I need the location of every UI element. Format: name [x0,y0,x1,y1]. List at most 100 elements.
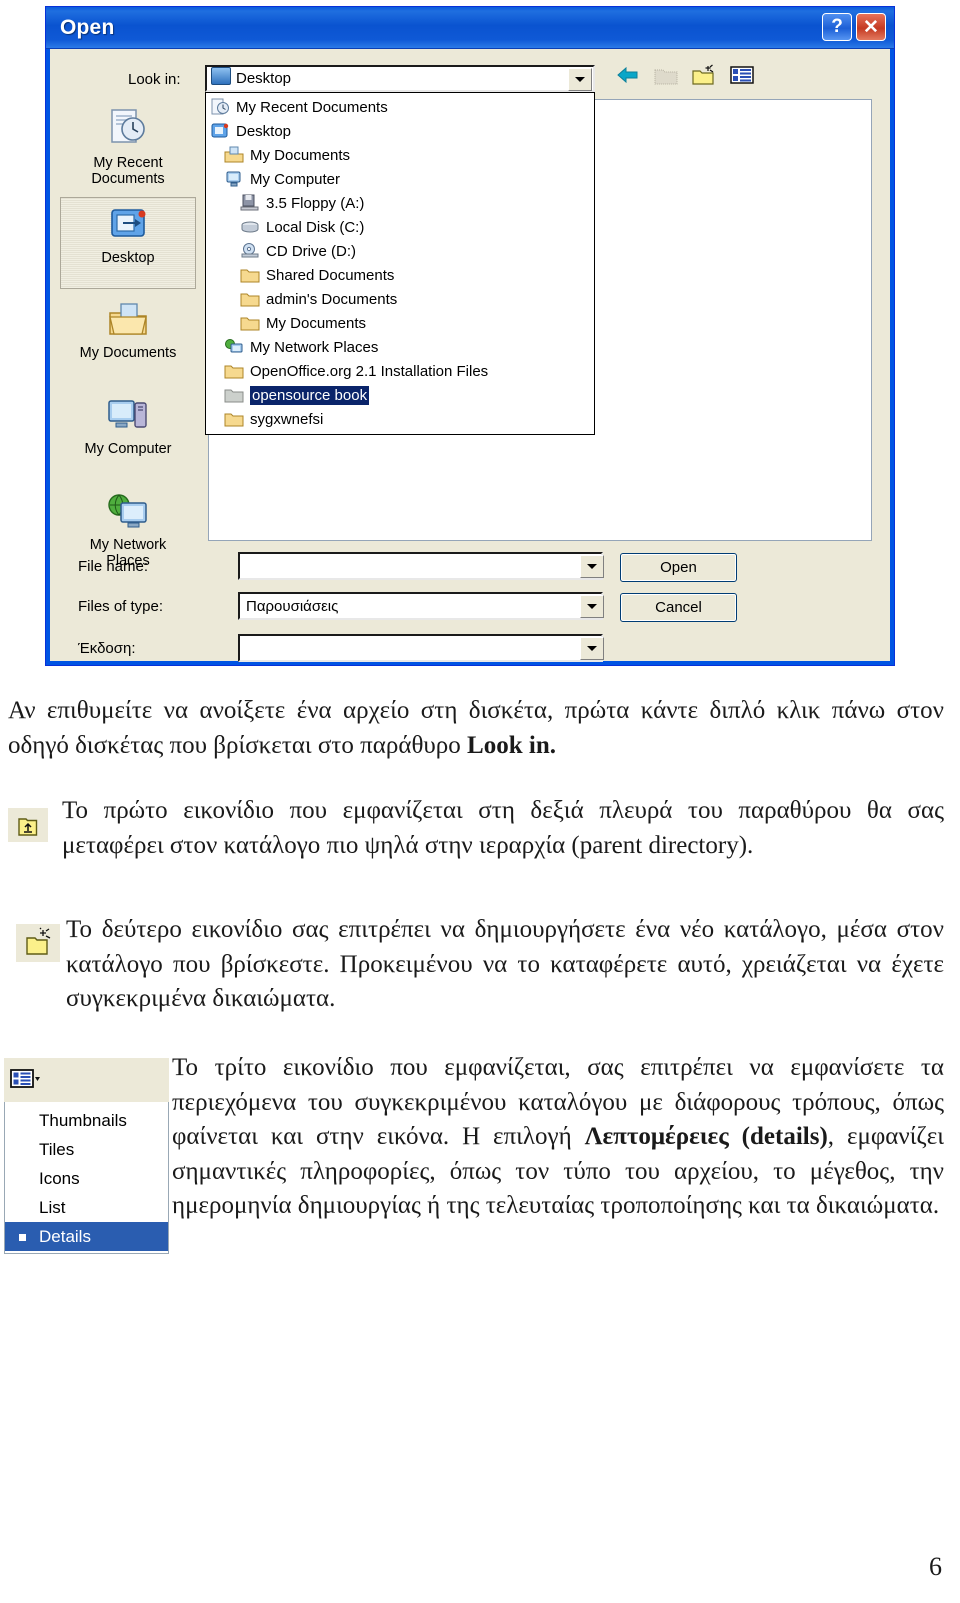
look-in-dropdown-arrow[interactable] [568,68,592,91]
views-menu[interactable]: Thumbnails Tiles Icons List Details [4,1102,169,1254]
place-label: Desktop [101,250,155,266]
dropdown-item[interactable]: sygxwnefsi [206,407,594,431]
open-file-dialog: Open ? ✕ Look in: Desktop My Recent Docu… [45,6,895,666]
paragraph-3: Το δεύτερο εικονίδιο σας επιτρέπει να δη… [66,916,944,1012]
help-button[interactable]: ? [822,13,852,41]
views-menu-item-icons[interactable]: Icons [5,1164,168,1193]
desktop-icon [210,122,230,140]
place-my-computer[interactable]: My Computer [60,389,196,481]
dropdown-item[interactable]: Local Disk (C:) [206,215,594,239]
dropdown-item-label: Shared Documents [266,266,395,284]
paragraph-1: Αν επιθυμείτε να ανοίξετε ένα αρχείο στη… [8,694,944,763]
dropdown-item-label: CD Drive (D:) [266,242,356,260]
file-name-row: File name: Open [50,552,890,582]
dropdown-item-label: sygxwnefsi [250,410,324,428]
place-desktop[interactable]: Desktop [60,197,196,289]
file-name-dropdown-arrow[interactable] [580,555,604,578]
version-row: Έκδοση: [50,634,890,664]
dialog-body: Look in: Desktop My Recent Documents Des… [50,49,890,664]
dropdown-item[interactable]: My Computer [206,167,594,191]
dropdown-item-label: My Network Places [250,338,379,356]
dropdown-item[interactable]: Shared Documents [206,263,594,287]
folder-icon [224,410,244,428]
titlebar-buttons: ? ✕ [822,13,886,41]
views-menu-illustration: Thumbnails Tiles Icons List Details [4,1058,169,1254]
views-menu-item-list[interactable]: List [5,1193,168,1222]
back-icon[interactable] [615,63,641,87]
dropdown-item[interactable]: CD Drive (D:) [206,239,594,263]
dropdown-item-label: 3.5 Floppy (A:) [266,194,365,212]
my-computer-icon [108,400,147,428]
place-label: My Recent Documents [91,155,165,188]
place-my-documents[interactable]: My Documents [60,293,196,385]
views-menu-item-thumbnails[interactable]: Thumbnails [5,1106,168,1135]
dropdown-item[interactable]: My Documents [206,143,594,167]
file-name-label: File name: [78,558,149,575]
my-computer-icon [224,170,244,188]
place-my-recent-documents[interactable]: My Recent Documents [60,101,196,193]
look-in-label: Look in: [128,71,181,88]
views-icon[interactable] [729,63,755,87]
dropdown-item[interactable]: My Network Places [206,335,594,359]
up-one-level-icon[interactable] [653,63,679,87]
look-in-value: Desktop [236,70,292,87]
dropdown-item-label: Local Disk (C:) [266,218,365,236]
views-menu-item-tiles[interactable]: Tiles [5,1135,168,1164]
folder-grey-icon [224,386,244,404]
look-in-dropdown-list[interactable]: My Recent Documents Desktop My Documents… [205,92,595,435]
dropdown-item[interactable]: OpenOffice.org 2.1 Installation Files [206,359,594,383]
files-of-type-label: Files of type: [78,598,164,615]
floppy-drive-icon [240,194,260,212]
up-one-level-illustration-icon [8,808,48,842]
close-button[interactable]: ✕ [856,13,886,41]
folder-icon [240,314,260,332]
dropdown-item-label: My Recent Documents [236,98,388,116]
version-label: Έκδοση: [78,640,136,657]
files-of-type-select[interactable]: Παρουσιάσεις [238,592,603,620]
recent-documents-icon [111,109,145,143]
dropdown-item-label: My Computer [250,170,341,188]
views-toolbar-button[interactable] [4,1058,169,1102]
place-label: My Computer [84,441,172,457]
dropdown-item-label: opensource book [250,385,370,405]
dropdown-item-label: OpenOffice.org 2.1 Installation Files [250,362,489,380]
desktop-icon [111,209,146,237]
my-network-places-icon [224,338,244,356]
paragraph-1-bold: Look in. [467,731,556,759]
dropdown-item[interactable]: My Recent Documents [206,95,594,119]
desktop-icon [211,67,231,90]
cd-drive-icon [240,242,260,260]
dropdown-item-label: My Documents [266,314,367,332]
dropdown-item-label: admin's Documents [266,290,398,308]
version-dropdown-arrow[interactable] [580,637,604,660]
folder-icon [240,266,260,284]
dropdown-item[interactable]: Desktop [206,119,594,143]
paragraph-4-bold: Λεπτομέρειες (details) [584,1123,828,1150]
look-in-combobox[interactable]: Desktop [205,65,595,92]
places-bar: My Recent Documents Desktop My Documents… [60,101,200,611]
dropdown-item-selected[interactable]: opensource book [206,383,594,407]
paragraph-4: Το τρίτο εικονίδιο που εμφανίζεται, σας … [172,1051,944,1224]
version-select[interactable] [238,634,603,662]
file-name-input[interactable] [238,552,603,580]
dialog-toolbar [615,63,755,87]
files-of-type-dropdown-arrow[interactable] [580,595,604,618]
views-menu-item-details[interactable]: Details [5,1222,168,1251]
my-documents-icon [224,146,244,164]
my-network-places-icon [108,494,147,528]
dialog-titlebar[interactable]: Open ? ✕ [46,7,894,49]
create-new-folder-icon[interactable] [691,63,717,87]
dropdown-item[interactable]: My Documents [206,311,594,335]
folder-icon [240,290,260,308]
files-of-type-row: Files of type: Παρουσιάσεις Cancel [50,592,890,622]
dialog-title: Open [60,16,115,39]
my-documents-icon [109,303,147,335]
page-number: 6 [929,1552,942,1581]
hard-disk-icon [240,218,260,236]
place-label: My Documents [79,345,177,361]
create-new-folder-illustration-icon [16,924,60,962]
dropdown-item[interactable]: 3.5 Floppy (A:) [206,191,594,215]
cancel-button[interactable]: Cancel [620,593,737,622]
open-button[interactable]: Open [620,553,737,582]
dropdown-item[interactable]: admin's Documents [206,287,594,311]
